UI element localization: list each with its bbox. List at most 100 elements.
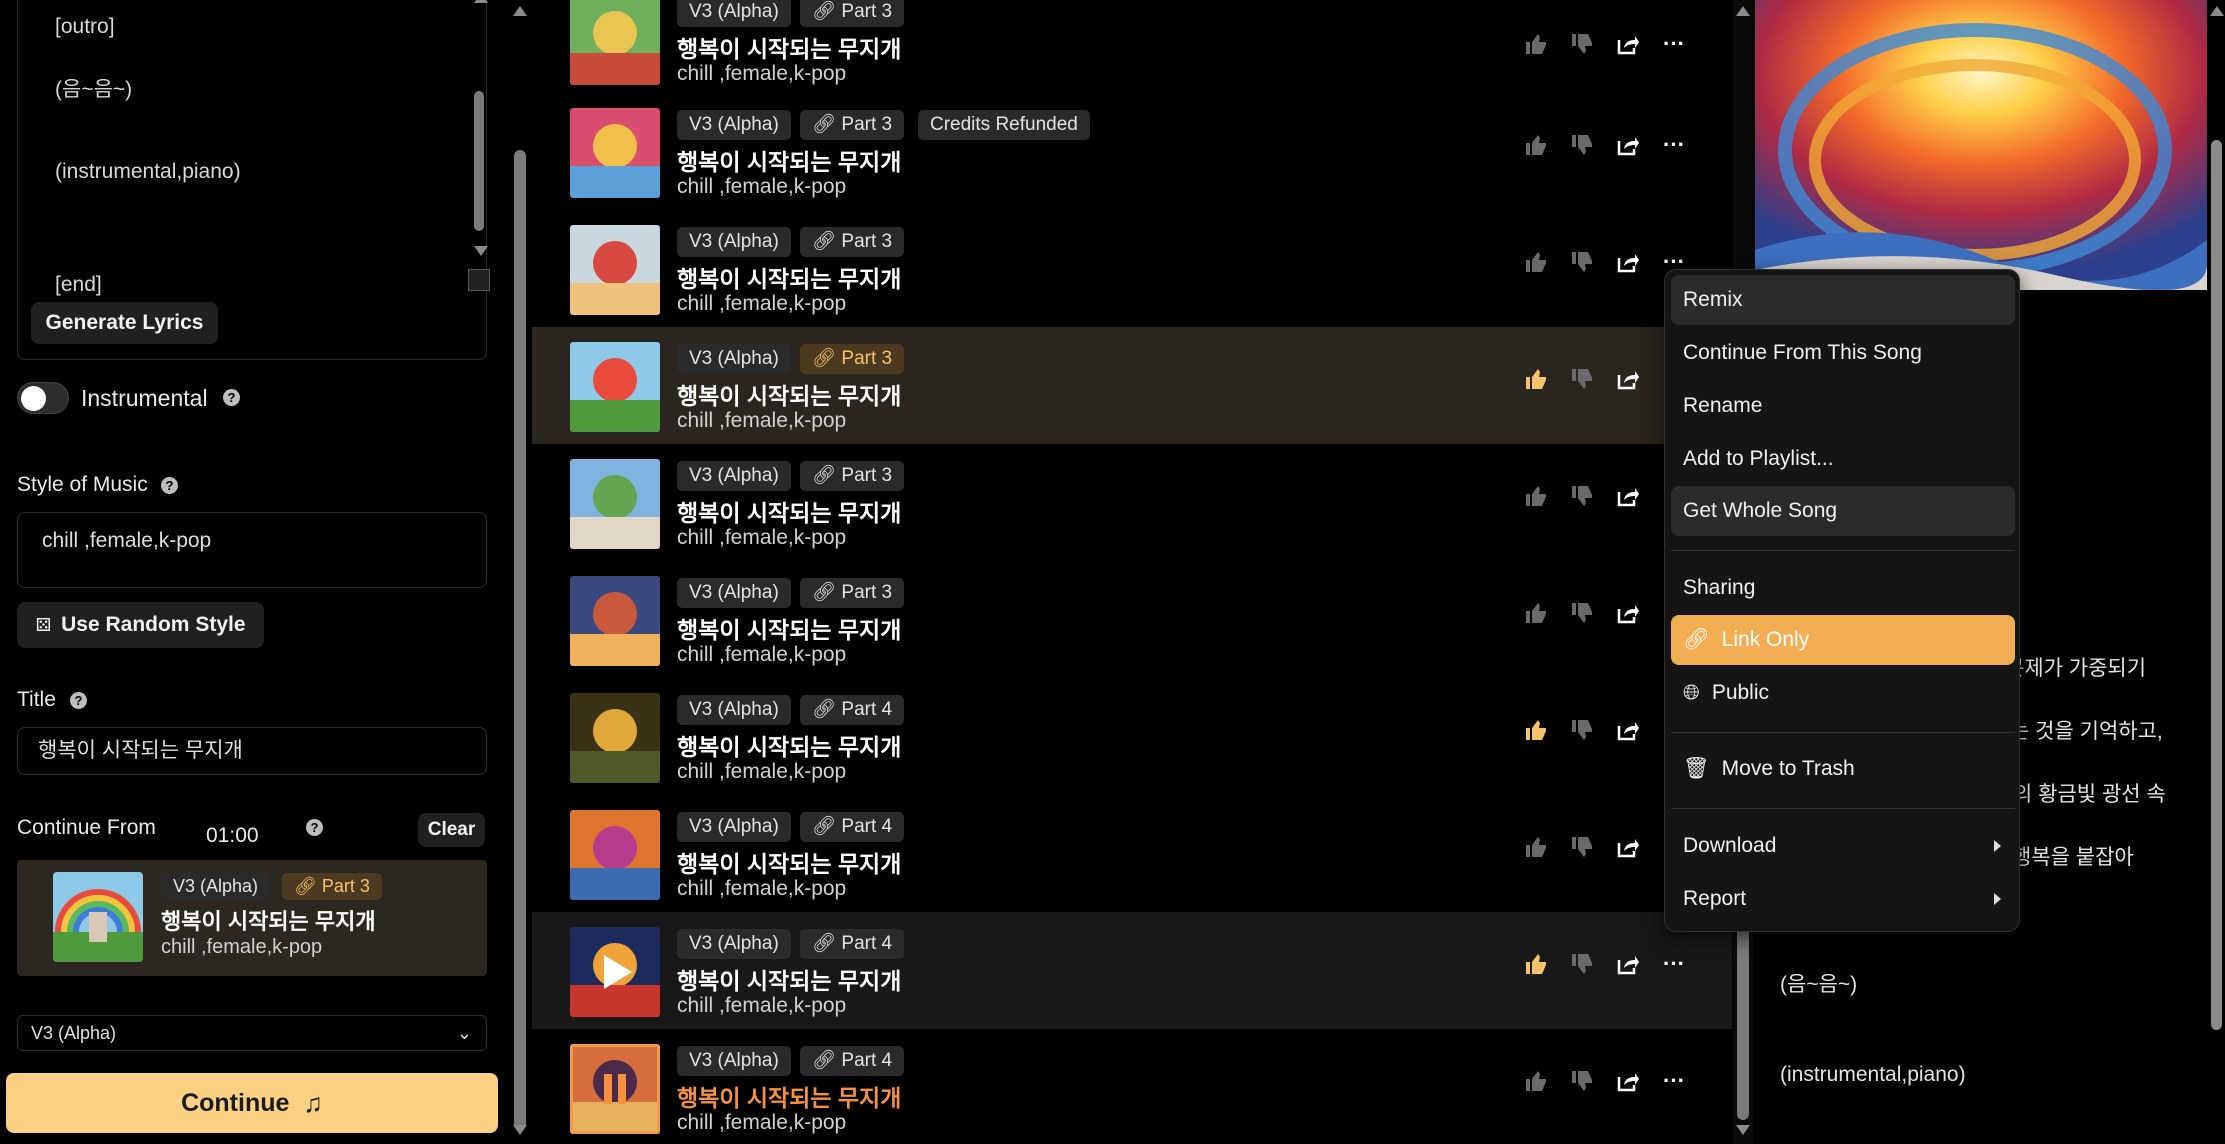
part-badge[interactable]: 🔗︎ Part 4 (800, 695, 905, 725)
left-scrollbar[interactable] (510, 0, 530, 1144)
share-icon[interactable] (1614, 482, 1642, 510)
thumbs-up-icon[interactable] (1522, 365, 1550, 393)
song-cover[interactable] (570, 0, 660, 85)
more-options-icon[interactable]: ··· (1660, 1067, 1688, 1095)
more-options-icon[interactable]: ··· (1660, 950, 1688, 978)
style-input[interactable]: chill ,female,k-pop (17, 512, 487, 588)
detail-scrollbar[interactable] (2208, 0, 2225, 1144)
share-icon[interactable] (1614, 30, 1642, 58)
menu-item-download[interactable]: Download (1671, 821, 2015, 871)
continue-from-time[interactable]: 01:00 (206, 824, 259, 848)
thumbs-up-icon[interactable] (1522, 833, 1550, 861)
help-icon[interactable]: ? (161, 477, 178, 494)
thumbs-down-icon[interactable] (1568, 131, 1596, 159)
song-cover[interactable] (570, 108, 660, 198)
song-title[interactable]: 행복이 시작되는 무지개 (677, 611, 901, 645)
song-title[interactable]: 행복이 시작되는 무지개 (677, 845, 901, 879)
model-select[interactable]: V3 (Alpha) ⌄ (17, 1015, 487, 1051)
share-icon[interactable] (1614, 599, 1642, 627)
menu-item-public[interactable]: 🌐︎ Public (1671, 668, 2015, 718)
menu-item-continue-from-song[interactable]: Continue From This Song (1671, 328, 2015, 378)
clear-button[interactable]: Clear (418, 813, 485, 847)
part-badge[interactable]: 🔗︎ Part 4 (800, 812, 905, 842)
menu-item-remix[interactable]: Remix (1671, 275, 2015, 325)
lyrics-scrollbar[interactable] (468, 0, 490, 259)
song-row[interactable]: V3 (Alpha) 🔗︎ Part 3 행복이 시작되는 무지개 chill … (532, 561, 1732, 678)
thumbs-down-icon[interactable] (1568, 599, 1596, 627)
song-row[interactable]: V3 (Alpha) 🔗︎ Part 3 행복이 시작되는 무지개 chill … (532, 210, 1732, 327)
thumbs-down-icon[interactable] (1568, 716, 1596, 744)
resize-handle[interactable] (468, 269, 490, 291)
part-badge[interactable]: 🔗︎ Part 3 (282, 873, 382, 900)
song-cover[interactable] (570, 693, 660, 783)
song-row[interactable]: V3 (Alpha) 🔗︎ Part 4 행복이 시작되는 무지개 chill … (532, 678, 1732, 795)
use-random-style-button[interactable]: ⚄ Use Random Style (17, 602, 264, 648)
help-icon[interactable]: ? (306, 819, 323, 836)
song-title[interactable]: 행복이 시작되는 무지개 (677, 728, 901, 762)
song-cover[interactable] (570, 459, 660, 549)
part-badge[interactable]: 🔗︎ Part 3 (800, 0, 905, 27)
menu-item-add-to-playlist[interactable]: Add to Playlist... (1671, 434, 2015, 484)
thumbs-up-icon[interactable] (1522, 30, 1550, 58)
song-row[interactable]: V3 (Alpha) 🔗︎ Part 3 행복이 시작되는 무지개 chill … (532, 444, 1732, 561)
continue-button[interactable]: Continue ♫ (6, 1073, 498, 1133)
share-icon[interactable] (1614, 950, 1642, 978)
song-cover[interactable] (570, 927, 660, 1017)
title-input[interactable]: 행복이 시작되는 무지개 (17, 727, 487, 775)
share-icon[interactable] (1614, 1067, 1642, 1095)
song-row[interactable]: V3 (Alpha) 🔗︎ Part 3 행복이 시작되는 무지개 chill … (532, 0, 1732, 97)
part-badge[interactable]: 🔗︎ Part 3 (800, 344, 905, 374)
thumbs-up-icon[interactable] (1522, 482, 1550, 510)
share-icon[interactable] (1614, 833, 1642, 861)
share-icon[interactable] (1614, 716, 1642, 744)
part-badge[interactable]: 🔗︎ Part 4 (800, 1046, 905, 1076)
song-row[interactable]: V3 (Alpha) 🔗︎ Part 3 Credits Refunded 행복… (532, 93, 1732, 210)
song-cover[interactable] (570, 576, 660, 666)
more-options-icon[interactable]: ··· (1660, 131, 1688, 159)
song-cover[interactable] (570, 1044, 660, 1134)
song-cover[interactable] (570, 225, 660, 315)
thumbs-down-icon[interactable] (1568, 30, 1596, 58)
thumbs-up-icon[interactable] (1522, 248, 1550, 276)
thumbs-down-icon[interactable] (1568, 950, 1596, 978)
thumbs-down-icon[interactable] (1568, 248, 1596, 276)
menu-item-move-to-trash[interactable]: 🗑︎ Move to Trash (1671, 744, 2015, 794)
menu-item-get-whole-song[interactable]: Get Whole Song (1671, 486, 2015, 536)
song-title[interactable]: 행복이 시작되는 무지개 (677, 30, 901, 64)
thumbs-down-icon[interactable] (1568, 1067, 1596, 1095)
part-badge[interactable]: 🔗︎ Part 3 (800, 110, 905, 140)
generate-lyrics-button[interactable]: Generate Lyrics (31, 302, 218, 344)
part-badge[interactable]: 🔗︎ Part 3 (800, 578, 905, 608)
help-icon[interactable]: ? (223, 389, 240, 406)
song-title[interactable]: 행복이 시작되는 무지개 (677, 962, 901, 996)
menu-item-rename[interactable]: Rename (1671, 381, 2015, 431)
thumbs-down-icon[interactable] (1568, 365, 1596, 393)
song-title[interactable]: 행복이 시작되는 무지개 (677, 143, 901, 177)
thumbs-up-icon[interactable] (1522, 599, 1550, 627)
song-title[interactable]: 행복이 시작되는 무지개 (677, 1079, 901, 1113)
thumbs-up-icon[interactable] (1522, 716, 1550, 744)
share-icon[interactable] (1614, 365, 1642, 393)
song-cover[interactable] (570, 810, 660, 900)
song-row[interactable]: V3 (Alpha) 🔗︎ Part 4 행복이 시작되는 무지개 chill … (532, 795, 1732, 912)
more-options-icon[interactable]: ··· (1660, 30, 1688, 58)
part-badge[interactable]: 🔗︎ Part 4 (800, 929, 905, 959)
thumbs-up-icon[interactable] (1522, 1067, 1550, 1095)
share-icon[interactable] (1614, 248, 1642, 276)
song-row[interactable]: V3 (Alpha) 🔗︎ Part 4 행복이 시작되는 무지개 chill … (532, 912, 1732, 1029)
song-cover[interactable] (570, 342, 660, 432)
song-title[interactable]: 행복이 시작되는 무지개 (677, 494, 901, 528)
instrumental-toggle[interactable] (17, 382, 69, 414)
menu-item-link-only[interactable]: 🔗︎ Link Only (1671, 615, 2015, 665)
part-badge[interactable]: 🔗︎ Part 3 (800, 461, 905, 491)
song-row[interactable]: V3 (Alpha) 🔗︎ Part 3 행복이 시작되는 무지개 chill … (532, 327, 1732, 444)
song-title[interactable]: 행복이 시작되는 무지개 (677, 377, 901, 411)
thumbs-down-icon[interactable] (1568, 833, 1596, 861)
thumbs-up-icon[interactable] (1522, 950, 1550, 978)
song-row[interactable]: V3 (Alpha) 🔗︎ Part 4 행복이 시작되는 무지개 chill … (532, 1029, 1732, 1144)
help-icon[interactable]: ? (70, 692, 87, 709)
part-badge[interactable]: 🔗︎ Part 3 (800, 227, 905, 257)
thumbs-up-icon[interactable] (1522, 131, 1550, 159)
share-icon[interactable] (1614, 131, 1642, 159)
thumbs-down-icon[interactable] (1568, 482, 1596, 510)
